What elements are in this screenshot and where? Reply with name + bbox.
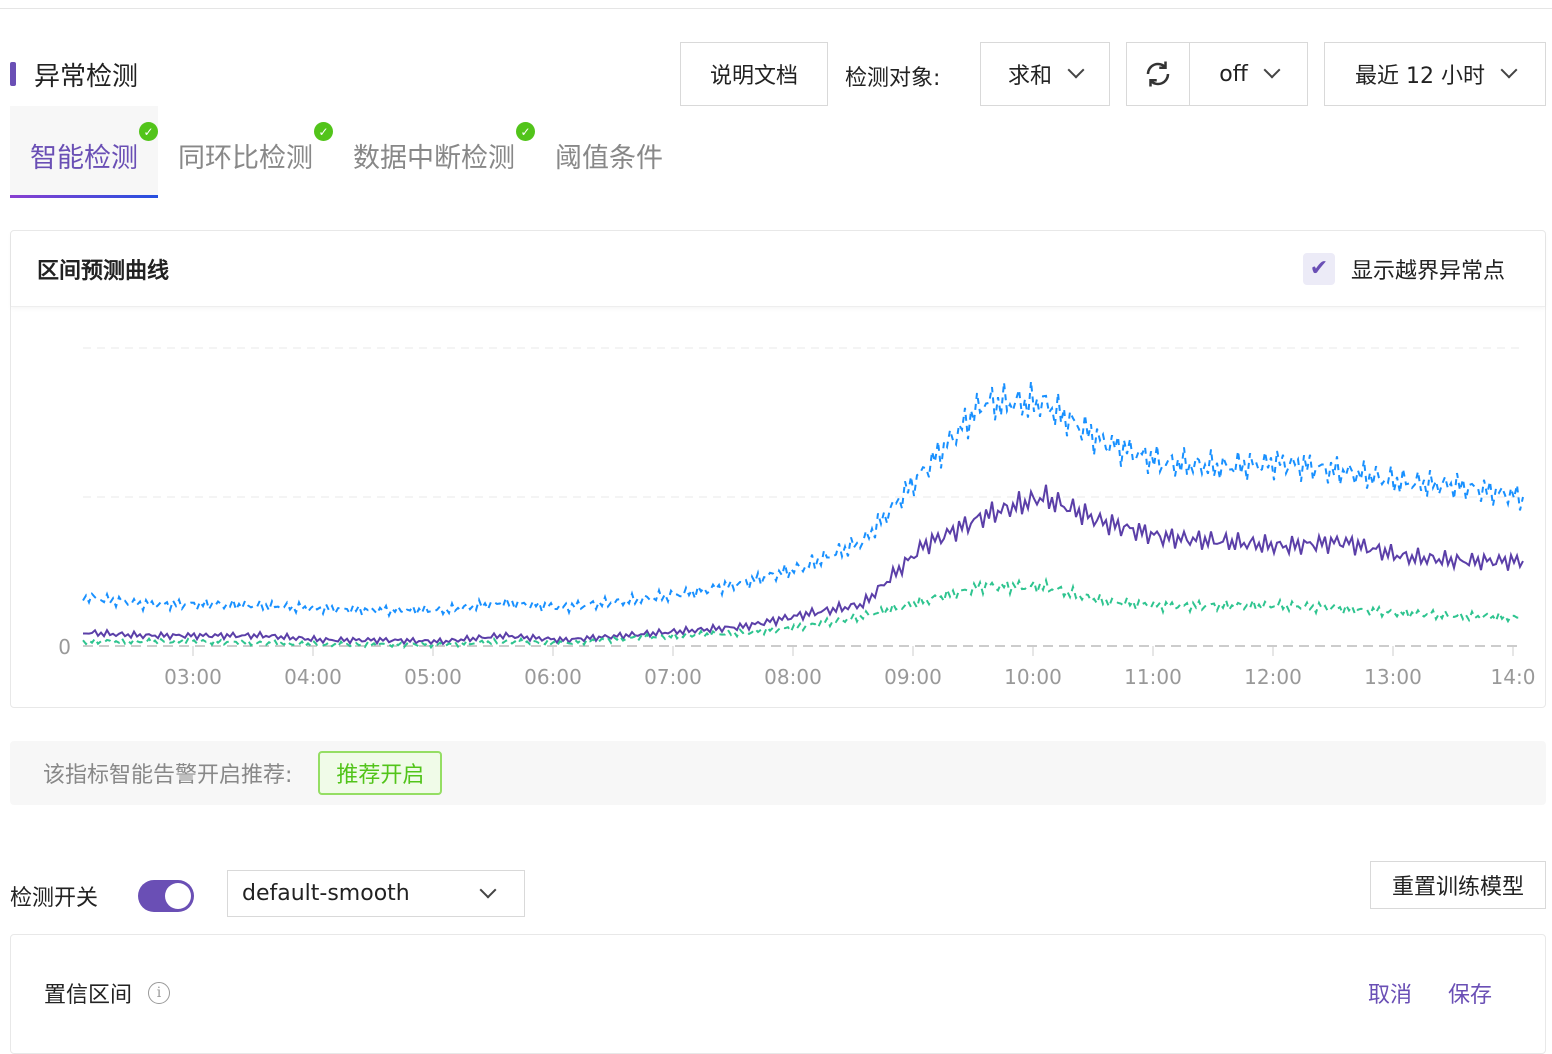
target-label: 检测对象:: [845, 66, 941, 91]
prediction-chart: 0 03:00 04:00 05:00 06:00 07:00 08:00 09:00 10:0…: [58, 347, 1536, 689]
tab-label: 同环比检测: [178, 143, 313, 174]
chart-title: 区间预测曲线: [37, 258, 170, 284]
x-tick-label: 10:00: [1004, 665, 1062, 689]
save-link[interactable]: 保存: [1448, 977, 1492, 1009]
tab-label: 数据中断检测: [353, 143, 515, 174]
tab-bar: 智能检测 ✓ 同环比检测 ✓ 数据中断检测 ✓ 阈值条件: [10, 106, 683, 198]
x-tick-label: 03:00: [164, 665, 222, 689]
y-tick-label: 0: [58, 635, 71, 659]
recommendation-badge: 推荐开启: [318, 751, 443, 795]
x-tick-label: 08:00: [764, 665, 822, 689]
target-select[interactable]: 求和: [980, 42, 1110, 106]
tab-period-comparison[interactable]: 同环比检测 ✓: [158, 106, 333, 198]
confidence-label: 置信区间: [44, 983, 133, 1008]
check-circle-icon: ✓: [314, 122, 333, 141]
refresh-icon: [1146, 61, 1170, 87]
title-accent: [10, 62, 16, 86]
series-actual: [83, 484, 1524, 646]
prediction-chart-card: 区间预测曲线 ✔ 显示越界异常点 0 03:00 04:00 05:00 06:00 07:…: [10, 230, 1546, 708]
info-icon[interactable]: i: [148, 982, 171, 1004]
chevron-down-icon: [1263, 61, 1281, 79]
tab-label: 阈值条件: [555, 143, 663, 174]
chevron-down-icon: [479, 881, 497, 898]
x-tick-label: 14:0: [1491, 665, 1536, 689]
model-select-value: default-smooth: [242, 881, 410, 906]
tab-threshold[interactable]: 阈值条件: [535, 106, 683, 198]
refresh-button[interactable]: [1126, 42, 1190, 106]
time-range-value: 最近 12 小时: [1355, 64, 1485, 89]
show-outliers-label: 显示越界异常点: [1350, 258, 1505, 284]
chevron-down-icon: [1500, 61, 1518, 79]
refresh-interval-value: off: [1219, 61, 1248, 87]
tab-label: 智能检测: [30, 143, 138, 174]
model-select[interactable]: default-smooth: [227, 870, 525, 917]
check-circle-icon: ✓: [139, 122, 158, 141]
x-tick-label: 11:00: [1124, 665, 1182, 689]
x-tick-label: 13:00: [1364, 665, 1422, 689]
refresh-interval-select[interactable]: off: [1189, 42, 1308, 106]
x-tick-label: 04:00: [284, 665, 342, 689]
top-divider: [0, 8, 1552, 9]
switch-label: 检测开关: [10, 886, 99, 911]
detection-toggle[interactable]: [138, 880, 194, 912]
x-tick-label: 12:00: [1244, 665, 1302, 689]
chevron-down-icon: [1067, 61, 1085, 79]
recommendation-label: 该指标智能告警开启推荐:: [43, 763, 293, 788]
tab-smart-detection[interactable]: 智能检测 ✓: [10, 106, 158, 198]
x-tick-label: 09:00: [884, 665, 942, 689]
series-upper-bound: [82, 381, 1524, 619]
check-circle-icon: ✓: [516, 122, 535, 141]
recommendation-bar: 该指标智能告警开启推荐: 推荐开启: [10, 741, 1546, 805]
reset-model-button[interactable]: 重置训练模型: [1370, 861, 1546, 909]
checkmark-icon: ✔: [1302, 252, 1335, 285]
show-outliers-checkbox[interactable]: ✔ 显示越界异常点: [1302, 252, 1505, 285]
cancel-link[interactable]: 取消: [1368, 977, 1412, 1009]
x-tick-label: 05:00: [404, 665, 462, 689]
x-tick-label: 07:00: [644, 665, 702, 689]
doc-button[interactable]: 说明文档: [680, 42, 828, 106]
time-range-select[interactable]: 最近 12 小时: [1324, 42, 1546, 106]
confidence-card: 置信区间 i 取消 保存: [10, 934, 1546, 1054]
page-title: 异常检测: [34, 62, 139, 92]
tab-data-gap-detection[interactable]: 数据中断检测 ✓: [333, 106, 535, 198]
x-tick-label: 06:00: [524, 665, 582, 689]
target-value: 求和: [1007, 64, 1052, 89]
